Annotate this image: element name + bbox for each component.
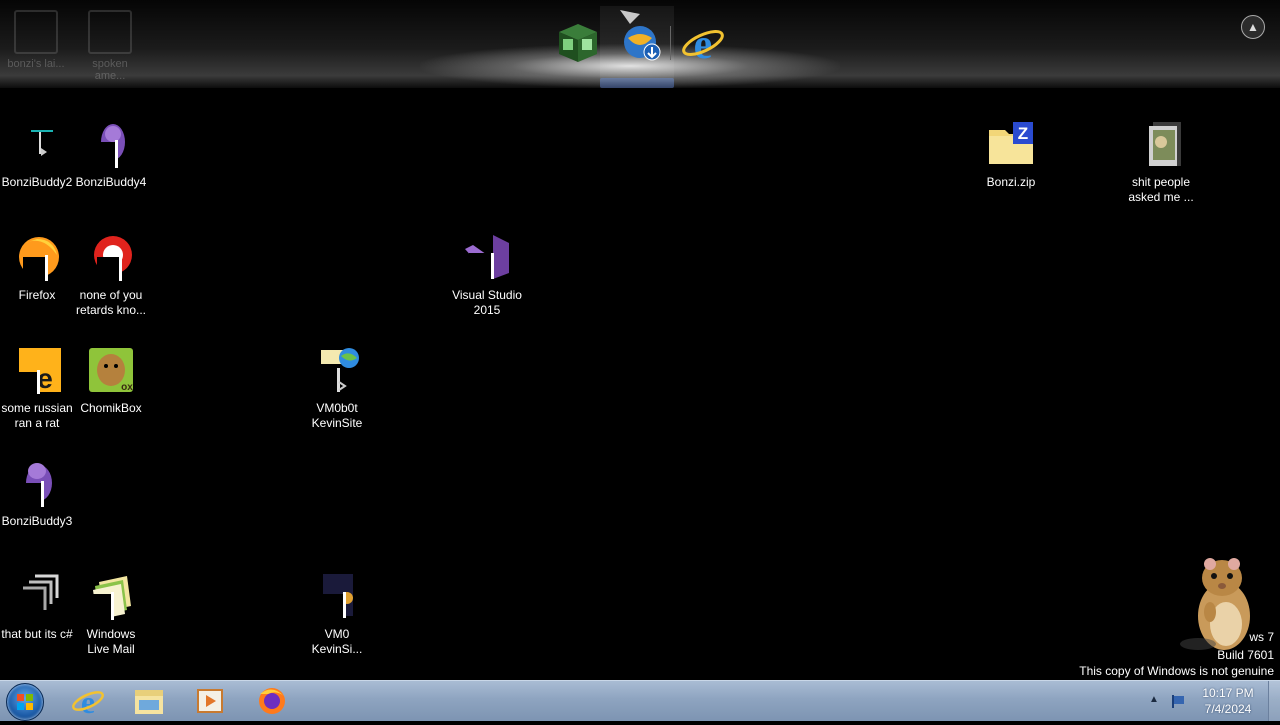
desktop-icon-firefox[interactable]: Firefox — [0, 233, 74, 303]
orange-exe-icon: e — [19, 348, 61, 394]
tray-overflow-arrow-icon[interactable]: ▲ — [1149, 694, 1159, 705]
icon-label: Windows Live Mail — [86, 627, 136, 656]
icon-label: that but its c# — [1, 627, 73, 641]
icon-label: Visual Studio 2015 — [452, 288, 522, 317]
svg-text:e: e — [694, 22, 713, 66]
desktop-icon-chomikbox[interactable]: ox ChomikBox — [74, 346, 148, 416]
taskbar-firefox-icon[interactable] — [254, 684, 290, 718]
dark-folder-icon — [1149, 122, 1181, 166]
icon-label: none of you retards kno... — [75, 288, 147, 317]
web-shortcut-globe-icon — [321, 348, 359, 392]
clock-time: 10:17 PM — [1202, 686, 1254, 700]
desktop-icon-bonzibuddy3[interactable]: BonziBuddy3 — [0, 459, 74, 529]
svg-text:e: e — [81, 684, 95, 718]
bonzi-gorilla-icon — [23, 463, 52, 507]
icon-label: BonziBuddy4 — [75, 175, 147, 189]
taskbar-internet-explorer-icon[interactable]: e — [70, 684, 106, 718]
firefox-icon — [19, 237, 59, 281]
start-button[interactable] — [6, 683, 44, 721]
live-mail-icon — [91, 576, 131, 620]
opera-red-icon — [94, 236, 132, 281]
desktop-icon-bonzibuddy2[interactable]: BonziBuddy2 — [0, 120, 74, 190]
bonzi-gorilla-icon — [99, 124, 125, 168]
internet-explorer-icon[interactable]: e — [680, 20, 726, 66]
desktop-icon-bonzibuddy4[interactable]: BonziBuddy4 — [74, 120, 148, 190]
watermark-build: Build 7601 — [1217, 648, 1274, 662]
desktop-icon-vm0-kevinsite[interactable]: VM0 KevinSi... — [300, 572, 374, 657]
utorrent-box-icon[interactable] — [555, 20, 601, 66]
svg-text:ox: ox — [121, 382, 133, 393]
taskbar-media-player-icon[interactable] — [192, 684, 228, 718]
chomikbox-icon: ox — [89, 348, 133, 393]
icon-label: BonziBuddy3 — [1, 514, 73, 528]
clock-date: 7/4/2024 — [1204, 702, 1252, 716]
dock-menu-button[interactable]: ▲ — [1241, 15, 1265, 39]
show-desktop-button[interactable] — [1268, 681, 1280, 721]
desktop-icon-none-of-you[interactable]: none of you retards kno... — [74, 233, 148, 318]
desktop-icon-windows-live-mail[interactable]: Windows Live Mail — [74, 572, 148, 657]
ghost-icon — [14, 10, 58, 54]
system-clock[interactable]: 10:17 PM 7/4/2024 — [1196, 685, 1260, 717]
icon-label: shit people asked me ... — [1128, 175, 1194, 204]
visual-studio-icon — [465, 235, 509, 281]
dock-ghost-item[interactable]: bonzi's lai... — [2, 10, 70, 72]
icon-label: Bonzi.zip — [986, 175, 1036, 189]
web-download-icon[interactable] — [616, 8, 668, 64]
desktop-icon-some-russian[interactable]: e some russian ran a rat — [0, 346, 74, 431]
windows-logo-icon — [17, 694, 33, 710]
icon-label: Firefox — [18, 288, 56, 302]
icon-label: some russian ran a rat — [1, 401, 73, 430]
icon-label: ChomikBox — [80, 401, 142, 415]
desktop-icon-bonzi-zip[interactable]: Z Bonzi.zip — [974, 120, 1048, 190]
watermark-not-genuine: This copy of Windows is not genuine — [1079, 664, 1274, 678]
dock-ghost-item[interactable]: spoken ame... — [76, 10, 144, 82]
action-center-flag-icon[interactable] — [1170, 693, 1186, 709]
taskbar-file-explorer-icon[interactable] — [131, 684, 167, 718]
desktop-icon-that-but-its-csharp[interactable]: that but its c# — [0, 572, 74, 642]
icon-label: BonziBuddy2 — [1, 175, 73, 189]
watermark-line1: ws 7 — [1249, 630, 1274, 644]
ghost-label: spoken ame... — [92, 58, 128, 82]
desktop-icon-vm0b0t-kevinsite[interactable]: VM0b0t KevinSite — [300, 346, 374, 431]
ghost-label: bonzi's lai... — [7, 58, 65, 70]
dock-separator — [670, 26, 671, 60]
top-dock: bonzi's lai... spoken ame... e ▲ — [0, 0, 1280, 88]
ghost-icon — [88, 10, 132, 54]
stacked-windows-icon — [23, 574, 59, 610]
desktop-icon-visual-studio-2015[interactable]: Visual Studio 2015 — [450, 233, 524, 318]
desktop-icon-shit-people-asked[interactable]: shit people asked me ... — [1124, 120, 1198, 205]
dock-selected-label-bar — [600, 78, 674, 88]
taskbar: e ▲ 10:17 PM 7/4/2024 — [0, 680, 1280, 721]
icon-label: VM0b0t KevinSite — [311, 401, 363, 430]
svg-text:Z: Z — [1018, 124, 1028, 143]
icon-label: VM0 KevinSi... — [311, 627, 363, 656]
dark-document-icon — [323, 574, 353, 620]
broken-shortcut-icon — [31, 130, 53, 156]
zip-folder-icon: Z — [989, 122, 1033, 164]
